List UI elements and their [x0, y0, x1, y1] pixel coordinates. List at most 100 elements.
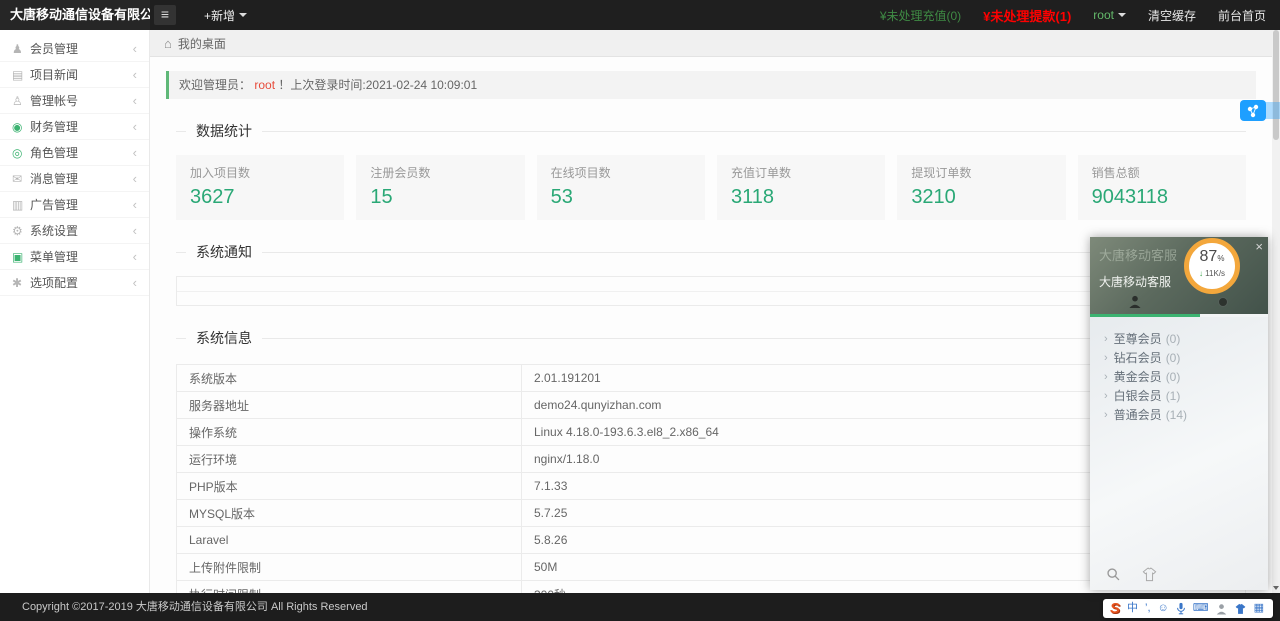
table-row: MYSQL版本 5.7.25	[177, 500, 1246, 527]
add-new-dropdown[interactable]: +新增	[204, 7, 247, 24]
chat-title: 大唐移动客服	[1099, 273, 1171, 290]
toolbox-grid-icon[interactable]: ▦	[1254, 599, 1264, 618]
chevron-right-icon	[1104, 352, 1108, 364]
chinese-mode-icon[interactable]: 中	[1127, 599, 1138, 618]
sidebar-item-roles[interactable]: ◎ 角色管理	[0, 140, 149, 166]
chat-group-normal[interactable]: 普通会员 (14)	[1090, 405, 1268, 424]
sidebar-item-news[interactable]: ▤ 项目新闻	[0, 62, 149, 88]
scrollbar-down-arrow-icon[interactable]	[1273, 586, 1279, 590]
close-icon[interactable]	[1255, 239, 1263, 254]
chevron-left-icon	[133, 275, 137, 290]
group-count: (0)	[1166, 370, 1181, 384]
stat-label: 注册会员数	[370, 164, 510, 181]
chat-group-silver[interactable]: 白银会员 (1)	[1090, 386, 1268, 405]
sidebar-item-label: 菜单管理	[30, 248, 133, 265]
sysinfo-table: 系统版本 2.01.191201 服务器地址 demo24.qunyizhan.…	[176, 364, 1246, 593]
stat-label: 在线项目数	[551, 164, 691, 181]
chevron-right-icon	[1104, 371, 1108, 383]
stat-value: 53	[551, 186, 691, 209]
stat-card-withdraw-orders: 提现订单数 3210	[897, 155, 1065, 220]
sysinfo-label: Laravel	[177, 527, 522, 554]
stat-value: 3627	[190, 186, 330, 209]
breadcrumb-label[interactable]: 我的桌面	[178, 35, 226, 52]
chevron-left-icon	[133, 93, 137, 108]
sidebar-item-ads[interactable]: ▥ 广告管理	[0, 192, 149, 218]
group-count: (0)	[1166, 351, 1181, 365]
sysinfo-label: 上传附件限制	[177, 554, 522, 581]
mic-icon[interactable]	[1176, 602, 1186, 615]
sysinfo-label: 系统版本	[177, 365, 522, 392]
scrollbar-thumb[interactable]	[1273, 30, 1279, 140]
person-icon[interactable]	[1128, 295, 1142, 308]
stat-value: 15	[370, 186, 510, 209]
sidebar-item-finance[interactable]: ◉ 财务管理	[0, 114, 149, 140]
skin-tshirt-icon[interactable]	[1141, 567, 1158, 582]
netdisk-share-button[interactable]	[1240, 100, 1266, 121]
welcome-alert: 欢迎管理员： root ！上次登录时间:2021-02-24 10:09:01	[166, 71, 1256, 99]
sysinfo-label: PHP版本	[177, 473, 522, 500]
stat-card-registered-members: 注册会员数 15	[356, 155, 524, 220]
group-label: 普通会员	[1114, 406, 1162, 423]
percent-number: 87	[1200, 248, 1218, 265]
sidebar-item-options[interactable]: ✱ 选项配置	[0, 270, 149, 296]
sidebar-item-label: 广告管理	[30, 196, 133, 213]
sogou-logo[interactable]: S	[1110, 599, 1120, 618]
search-icon[interactable]	[1106, 567, 1121, 582]
speed-percent-badge[interactable]: 87% ↓ 11K/s	[1184, 238, 1240, 294]
download-speed: ↓ 11K/s	[1189, 269, 1235, 278]
percent-sign: %	[1217, 254, 1224, 263]
sidebar-item-label: 系统设置	[30, 222, 133, 239]
chat-group-diamond[interactable]: 钻石会员 (0)	[1090, 348, 1268, 367]
top-header: 大唐移动通信设备有限公 +新增 ¥未处理充值(0) ¥未处理提款(1) root…	[0, 0, 1280, 30]
percent-value: 87%	[1189, 249, 1235, 267]
options-icon: ✱	[12, 276, 30, 290]
chevron-left-icon	[133, 119, 137, 134]
emoji-icon[interactable]: ☺	[1158, 599, 1169, 618]
pending-recharge-link[interactable]: ¥未处理充值(0)	[880, 7, 961, 24]
finance-icon: ◉	[12, 120, 30, 134]
sysinfo-label: 执行时间限制	[177, 581, 522, 594]
sidebar-item-accounts[interactable]: ♙ 管理帐号	[0, 88, 149, 114]
chevron-left-icon	[133, 145, 137, 160]
chat-header: 大唐移动客服 大唐移动客服	[1090, 237, 1268, 314]
chevron-left-icon	[133, 249, 137, 264]
username-label: root	[1093, 8, 1114, 22]
group-count: (14)	[1166, 408, 1187, 422]
account-icon[interactable]	[1216, 603, 1227, 615]
keyboard-icon[interactable]: ⌨	[1193, 599, 1209, 618]
group-label: 黄金会员	[1114, 368, 1162, 385]
front-home-link[interactable]: 前台首页	[1218, 7, 1266, 24]
customer-service-widget: 大唐移动客服 大唐移动客服 至尊会员 (0) 钻石会员 (0) 黄金会员 (0)…	[1090, 237, 1268, 590]
stat-label: 充值订单数	[731, 164, 871, 181]
chevron-left-icon	[133, 171, 137, 186]
chevron-left-icon	[133, 67, 137, 82]
chat-status-icon[interactable]	[1218, 297, 1228, 307]
sidebar-item-messages[interactable]: ✉ 消息管理	[0, 166, 149, 192]
message-icon: ✉	[12, 172, 30, 186]
chevron-right-icon	[1104, 390, 1108, 402]
news-icon: ▤	[12, 68, 30, 82]
sidebar-item-members[interactable]: ♟ 会员管理	[0, 36, 149, 62]
clear-cache-button[interactable]: 清空缓存	[1148, 7, 1196, 24]
sysinfo-label: 服务器地址	[177, 392, 522, 419]
group-label: 至尊会员	[1114, 330, 1162, 347]
user-dropdown[interactable]: root	[1093, 8, 1126, 22]
app-logo: 大唐移动通信设备有限公	[0, 0, 150, 30]
welcome-prefix: 欢迎管理员：	[179, 78, 251, 92]
sidebar-nav: ♟ 会员管理 ▤ 项目新闻 ♙ 管理帐号 ◉ 财务管理 ◎ 角色管理 ✉ 消息管…	[0, 30, 150, 593]
stat-card-joined-projects: 加入项目数 3627	[176, 155, 344, 220]
sidebar-item-menus[interactable]: ▣ 菜单管理	[0, 244, 149, 270]
stat-value: 3210	[911, 186, 1051, 209]
stat-label: 加入项目数	[190, 164, 330, 181]
chat-group-supreme[interactable]: 至尊会员 (0)	[1090, 329, 1268, 348]
chevron-right-icon	[1104, 333, 1108, 345]
sysinfo-label: MYSQL版本	[177, 500, 522, 527]
skin-tshirt-icon[interactable]	[1234, 603, 1247, 615]
pending-withdraw-link[interactable]: ¥未处理提款(1)	[983, 6, 1071, 25]
punctuation-icon[interactable]: ’,	[1145, 599, 1151, 618]
menu-toggle-icon[interactable]	[154, 5, 176, 25]
stats-section-title: 数据统计	[186, 121, 262, 141]
chevron-left-icon	[133, 197, 137, 212]
sidebar-item-settings[interactable]: ⚙ 系统设置	[0, 218, 149, 244]
chat-group-gold[interactable]: 黄金会员 (0)	[1090, 367, 1268, 386]
